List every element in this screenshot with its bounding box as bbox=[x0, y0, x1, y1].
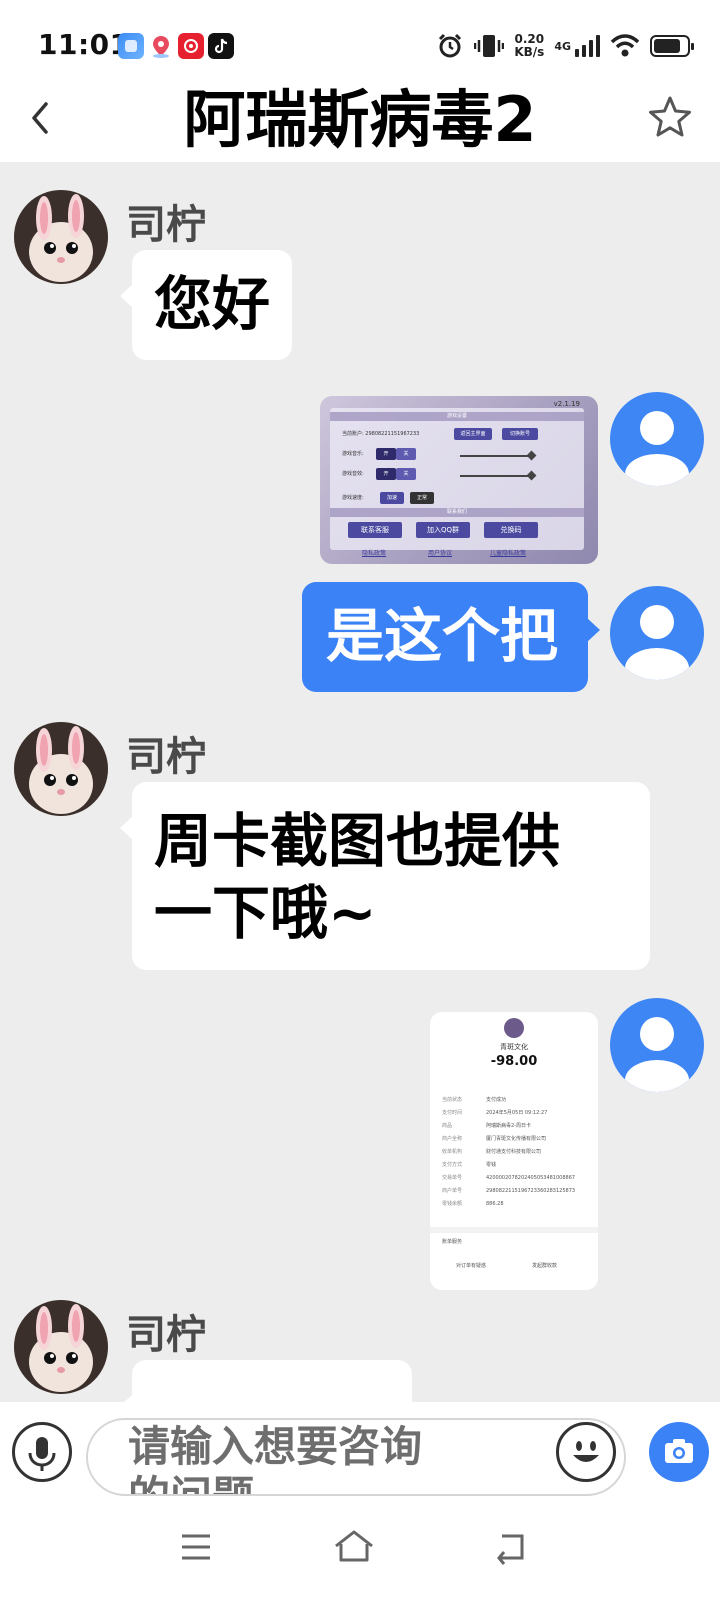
image-version-text: v2.1.19 bbox=[553, 400, 580, 408]
speed-normal-button: 正常 bbox=[410, 492, 434, 504]
privacy-policy-link: 隐私政策 bbox=[362, 550, 387, 557]
status-bar: 11:01 0.20 KB/s 4G bbox=[0, 0, 720, 80]
user-avatar[interactable] bbox=[610, 392, 704, 486]
message-bubble-incoming[interactable]: 周卡截图也提供 一下哦~ bbox=[120, 782, 650, 970]
input-bar: 请输入想要咨询 的问题 bbox=[0, 1402, 720, 1500]
message-bubble-outgoing[interactable]: 是这个把 bbox=[302, 582, 600, 692]
image-message-payment-receipt[interactable]: 青斑文化 -98.00 当前状态 支付成功 支付时间 2024年5月05日 09:1… bbox=[430, 1012, 598, 1290]
join-qq-button: 加入QQ群 bbox=[416, 522, 470, 538]
contact-service-button: 联系客服 bbox=[348, 522, 402, 538]
voice-input-button[interactable] bbox=[12, 1422, 72, 1482]
receipt-row: 零钱余额 886.28 bbox=[442, 1201, 504, 1207]
status-time: 11:01 bbox=[38, 28, 130, 61]
system-nav-bar bbox=[0, 1500, 720, 1600]
sender-name: 司柠 bbox=[126, 1312, 206, 1358]
speed-fast-button: 加速 bbox=[380, 492, 404, 504]
page-title: 阿瑞斯病毒2 bbox=[183, 83, 537, 156]
receipt-row: 商户全称 厦门青斑文化传播有限公司 bbox=[442, 1136, 547, 1142]
music-slider bbox=[460, 455, 532, 457]
music-label: 游戏音乐: bbox=[342, 451, 364, 457]
receipt-section-label: 账单服务 bbox=[442, 1239, 463, 1245]
agent-avatar[interactable] bbox=[14, 722, 108, 816]
user-agreement-link: 用户协议 bbox=[428, 550, 453, 557]
camera-button[interactable] bbox=[649, 1422, 709, 1482]
user-avatar[interactable] bbox=[610, 998, 704, 1092]
network-type: 4G bbox=[554, 39, 571, 53]
message-text-line-2: 一下哦~ bbox=[154, 879, 377, 947]
microphone-icon bbox=[28, 1437, 56, 1471]
alarm-icon bbox=[439, 33, 462, 58]
menu-icon bbox=[182, 1534, 210, 1560]
receipt-row: 收单机构 财付通支付科技有限公司 bbox=[442, 1149, 542, 1155]
emoji-button[interactable] bbox=[556, 1422, 616, 1482]
sender-name: 司柠 bbox=[126, 202, 206, 248]
vibrate-icon bbox=[474, 35, 505, 57]
receipt-row: 商户单号 2980822115196723360283125873 bbox=[442, 1188, 576, 1194]
receipt-row: 交易单号 4200002078202405053481008867 bbox=[442, 1175, 576, 1181]
battery-icon bbox=[650, 35, 694, 57]
network-speed: 0.20 KB/s bbox=[514, 32, 545, 59]
nav-back-button[interactable] bbox=[482, 1522, 542, 1572]
speed-label: 游戏速度: bbox=[342, 495, 364, 501]
account-label: 当前账户: 29808221151967233 bbox=[342, 431, 420, 437]
receipt-row: 支付方式 零钱 bbox=[442, 1162, 497, 1168]
receipt-amount: -98.00 bbox=[490, 1054, 538, 1069]
sound-on-toggle: 开 bbox=[376, 468, 396, 480]
nav-menu-button[interactable] bbox=[166, 1522, 226, 1572]
message-text: 您好 bbox=[154, 270, 271, 338]
camera-icon bbox=[665, 1439, 693, 1463]
status-indicators: 0.20 KB/s 4G bbox=[436, 28, 694, 64]
sound-slider bbox=[460, 475, 532, 477]
favorite-button[interactable] bbox=[646, 94, 694, 142]
message-bubble-incoming[interactable]: 您好 bbox=[120, 250, 292, 360]
receipt-row: 商品 阿瑞斯病毒2-周日卡 bbox=[442, 1123, 531, 1129]
receipt-footer-right: 发起群收款 bbox=[532, 1263, 558, 1269]
message-bubble-incoming[interactable] bbox=[120, 1360, 412, 1402]
sound-off-toggle: 关 bbox=[396, 468, 416, 480]
message-text-line-1: 周卡截图也提供 bbox=[154, 807, 561, 875]
agent-avatar[interactable] bbox=[14, 1300, 108, 1394]
input-placeholder: 请输入想要咨询 的问题 bbox=[128, 1422, 423, 1494]
music-off-toggle: 关 bbox=[396, 448, 416, 460]
wifi-icon bbox=[610, 34, 640, 57]
music-on-toggle: 开 bbox=[376, 448, 396, 460]
message-text: 是这个把 bbox=[326, 602, 559, 670]
agent-avatar[interactable] bbox=[14, 190, 108, 284]
sender-name: 司柠 bbox=[126, 734, 206, 780]
sound-label: 游戏音效: bbox=[342, 471, 364, 477]
receipt-row: 支付时间 2024年5月05日 09:12:27 bbox=[442, 1110, 548, 1116]
chat-header: 阿瑞斯病毒2 bbox=[0, 80, 720, 162]
redeem-code-button: 兑换码 bbox=[484, 522, 538, 538]
receipt-row: 当前状态 支付成功 bbox=[442, 1097, 507, 1103]
settings-section-title: 游戏设置 bbox=[330, 412, 584, 421]
red-app-icon bbox=[178, 33, 204, 59]
back-icon bbox=[497, 1534, 524, 1565]
signal-icon bbox=[575, 35, 600, 57]
receipt-divider bbox=[430, 1227, 598, 1233]
smile-emoji-icon bbox=[573, 1441, 599, 1462]
child-privacy-link: 儿童隐私政策 bbox=[490, 550, 527, 557]
merchant-logo bbox=[504, 1018, 524, 1038]
back-to-main-button: 返回主界面 bbox=[454, 428, 492, 440]
receipt-merchant: 青斑文化 bbox=[500, 1043, 528, 1051]
contact-section-title: 联系我们 bbox=[330, 508, 584, 517]
user-avatar[interactable] bbox=[610, 586, 704, 680]
switch-account-button: 切换账号 bbox=[502, 428, 538, 440]
map-pin-icon bbox=[148, 33, 174, 59]
message-input[interactable]: 请输入想要咨询 的问题 bbox=[86, 1418, 626, 1496]
star-outline-icon bbox=[649, 96, 691, 137]
tiktok-icon bbox=[208, 33, 234, 59]
image-message-settings-screenshot[interactable]: v2.1.19 游戏设置 当前账户: 29808221151967233 返回主… bbox=[320, 396, 598, 564]
home-icon bbox=[335, 1530, 373, 1562]
receipt-footer-left: 对订单有疑惑 bbox=[456, 1263, 487, 1269]
nav-home-button[interactable] bbox=[324, 1522, 384, 1572]
message-list[interactable]: 司柠 您好 v2.1.19 游戏设置 当前账户: 298082211519672… bbox=[0, 162, 720, 1402]
app-notification-icon bbox=[118, 33, 144, 59]
